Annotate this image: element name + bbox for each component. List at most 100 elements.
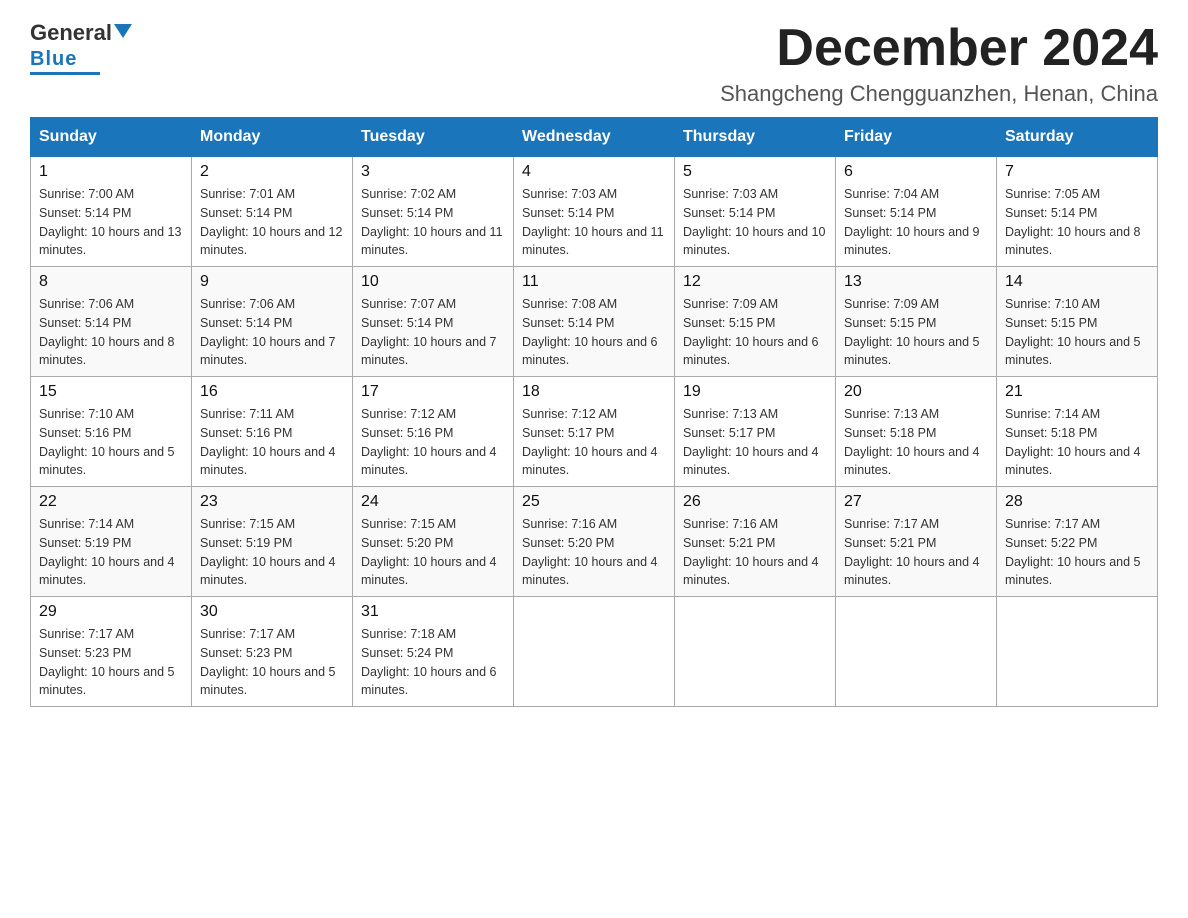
- day-number: 19: [683, 383, 827, 401]
- day-info: Sunrise: 7:12 AMSunset: 5:17 PMDaylight:…: [522, 405, 666, 480]
- calendar-day-cell: 24 Sunrise: 7:15 AMSunset: 5:20 PMDaylig…: [353, 487, 514, 597]
- day-number: 2: [200, 163, 344, 181]
- day-number: 31: [361, 603, 505, 621]
- day-info: Sunrise: 7:09 AMSunset: 5:15 PMDaylight:…: [844, 295, 988, 370]
- day-number: 7: [1005, 163, 1149, 181]
- day-number: 22: [39, 493, 183, 511]
- day-info: Sunrise: 7:18 AMSunset: 5:24 PMDaylight:…: [361, 625, 505, 700]
- calendar-day-cell: 13 Sunrise: 7:09 AMSunset: 5:15 PMDaylig…: [836, 267, 997, 377]
- page-header: General Blue December 2024 Shangcheng Ch…: [30, 20, 1158, 107]
- calendar-week-row: 8 Sunrise: 7:06 AMSunset: 5:14 PMDayligh…: [31, 267, 1158, 377]
- col-header-sunday: Sunday: [31, 118, 192, 157]
- day-number: 24: [361, 493, 505, 511]
- day-info: Sunrise: 7:15 AMSunset: 5:19 PMDaylight:…: [200, 515, 344, 590]
- calendar-week-row: 29 Sunrise: 7:17 AMSunset: 5:23 PMDaylig…: [31, 597, 1158, 707]
- calendar-empty-cell: [514, 597, 675, 707]
- day-info: Sunrise: 7:07 AMSunset: 5:14 PMDaylight:…: [361, 295, 505, 370]
- day-info: Sunrise: 7:08 AMSunset: 5:14 PMDaylight:…: [522, 295, 666, 370]
- day-number: 15: [39, 383, 183, 401]
- logo-underline: [30, 72, 100, 75]
- calendar-table: SundayMondayTuesdayWednesdayThursdayFrid…: [30, 117, 1158, 707]
- day-number: 28: [1005, 493, 1149, 511]
- calendar-day-cell: 23 Sunrise: 7:15 AMSunset: 5:19 PMDaylig…: [192, 487, 353, 597]
- col-header-thursday: Thursday: [675, 118, 836, 157]
- day-info: Sunrise: 7:17 AMSunset: 5:23 PMDaylight:…: [200, 625, 344, 700]
- calendar-day-cell: 27 Sunrise: 7:17 AMSunset: 5:21 PMDaylig…: [836, 487, 997, 597]
- calendar-day-cell: 29 Sunrise: 7:17 AMSunset: 5:23 PMDaylig…: [31, 597, 192, 707]
- logo-triangle-icon: [114, 24, 132, 38]
- day-number: 27: [844, 493, 988, 511]
- day-info: Sunrise: 7:03 AMSunset: 5:14 PMDaylight:…: [683, 185, 827, 260]
- calendar-day-cell: 22 Sunrise: 7:14 AMSunset: 5:19 PMDaylig…: [31, 487, 192, 597]
- day-info: Sunrise: 7:17 AMSunset: 5:23 PMDaylight:…: [39, 625, 183, 700]
- day-number: 18: [522, 383, 666, 401]
- day-info: Sunrise: 7:10 AMSunset: 5:15 PMDaylight:…: [1005, 295, 1149, 370]
- day-info: Sunrise: 7:01 AMSunset: 5:14 PMDaylight:…: [200, 185, 344, 260]
- col-header-saturday: Saturday: [997, 118, 1158, 157]
- day-number: 14: [1005, 273, 1149, 291]
- day-info: Sunrise: 7:10 AMSunset: 5:16 PMDaylight:…: [39, 405, 183, 480]
- day-info: Sunrise: 7:00 AMSunset: 5:14 PMDaylight:…: [39, 185, 183, 260]
- day-number: 12: [683, 273, 827, 291]
- calendar-day-cell: 14 Sunrise: 7:10 AMSunset: 5:15 PMDaylig…: [997, 267, 1158, 377]
- day-number: 8: [39, 273, 183, 291]
- day-info: Sunrise: 7:06 AMSunset: 5:14 PMDaylight:…: [39, 295, 183, 370]
- calendar-day-cell: 20 Sunrise: 7:13 AMSunset: 5:18 PMDaylig…: [836, 377, 997, 487]
- day-number: 1: [39, 163, 183, 181]
- day-number: 20: [844, 383, 988, 401]
- day-info: Sunrise: 7:15 AMSunset: 5:20 PMDaylight:…: [361, 515, 505, 590]
- day-info: Sunrise: 7:11 AMSunset: 5:16 PMDaylight:…: [200, 405, 344, 480]
- day-info: Sunrise: 7:05 AMSunset: 5:14 PMDaylight:…: [1005, 185, 1149, 260]
- calendar-week-row: 1 Sunrise: 7:00 AMSunset: 5:14 PMDayligh…: [31, 157, 1158, 267]
- day-number: 9: [200, 273, 344, 291]
- logo: General Blue: [30, 20, 132, 75]
- calendar-day-cell: 10 Sunrise: 7:07 AMSunset: 5:14 PMDaylig…: [353, 267, 514, 377]
- col-header-friday: Friday: [836, 118, 997, 157]
- logo-general-text: General: [30, 20, 112, 46]
- location-subtitle: Shangcheng Chengguanzhen, Henan, China: [720, 81, 1158, 107]
- day-number: 25: [522, 493, 666, 511]
- calendar-day-cell: 30 Sunrise: 7:17 AMSunset: 5:23 PMDaylig…: [192, 597, 353, 707]
- calendar-day-cell: 31 Sunrise: 7:18 AMSunset: 5:24 PMDaylig…: [353, 597, 514, 707]
- day-info: Sunrise: 7:13 AMSunset: 5:17 PMDaylight:…: [683, 405, 827, 480]
- calendar-day-cell: 11 Sunrise: 7:08 AMSunset: 5:14 PMDaylig…: [514, 267, 675, 377]
- day-info: Sunrise: 7:14 AMSunset: 5:18 PMDaylight:…: [1005, 405, 1149, 480]
- calendar-day-cell: 16 Sunrise: 7:11 AMSunset: 5:16 PMDaylig…: [192, 377, 353, 487]
- day-info: Sunrise: 7:17 AMSunset: 5:22 PMDaylight:…: [1005, 515, 1149, 590]
- calendar-empty-cell: [675, 597, 836, 707]
- calendar-day-cell: 19 Sunrise: 7:13 AMSunset: 5:17 PMDaylig…: [675, 377, 836, 487]
- day-number: 13: [844, 273, 988, 291]
- day-info: Sunrise: 7:16 AMSunset: 5:21 PMDaylight:…: [683, 515, 827, 590]
- day-number: 21: [1005, 383, 1149, 401]
- calendar-day-cell: 25 Sunrise: 7:16 AMSunset: 5:20 PMDaylig…: [514, 487, 675, 597]
- day-info: Sunrise: 7:12 AMSunset: 5:16 PMDaylight:…: [361, 405, 505, 480]
- calendar-day-cell: 28 Sunrise: 7:17 AMSunset: 5:22 PMDaylig…: [997, 487, 1158, 597]
- calendar-day-cell: 7 Sunrise: 7:05 AMSunset: 5:14 PMDayligh…: [997, 157, 1158, 267]
- calendar-day-cell: 1 Sunrise: 7:00 AMSunset: 5:14 PMDayligh…: [31, 157, 192, 267]
- day-number: 23: [200, 493, 344, 511]
- day-info: Sunrise: 7:03 AMSunset: 5:14 PMDaylight:…: [522, 185, 666, 260]
- day-number: 5: [683, 163, 827, 181]
- calendar-day-cell: 17 Sunrise: 7:12 AMSunset: 5:16 PMDaylig…: [353, 377, 514, 487]
- day-info: Sunrise: 7:06 AMSunset: 5:14 PMDaylight:…: [200, 295, 344, 370]
- calendar-day-cell: 21 Sunrise: 7:14 AMSunset: 5:18 PMDaylig…: [997, 377, 1158, 487]
- calendar-day-cell: 15 Sunrise: 7:10 AMSunset: 5:16 PMDaylig…: [31, 377, 192, 487]
- day-number: 6: [844, 163, 988, 181]
- calendar-empty-cell: [997, 597, 1158, 707]
- calendar-day-cell: 12 Sunrise: 7:09 AMSunset: 5:15 PMDaylig…: [675, 267, 836, 377]
- calendar-day-cell: 4 Sunrise: 7:03 AMSunset: 5:14 PMDayligh…: [514, 157, 675, 267]
- day-info: Sunrise: 7:04 AMSunset: 5:14 PMDaylight:…: [844, 185, 988, 260]
- calendar-day-cell: 9 Sunrise: 7:06 AMSunset: 5:14 PMDayligh…: [192, 267, 353, 377]
- day-number: 3: [361, 163, 505, 181]
- calendar-day-cell: 6 Sunrise: 7:04 AMSunset: 5:14 PMDayligh…: [836, 157, 997, 267]
- month-title: December 2024: [720, 20, 1158, 77]
- calendar-header-row: SundayMondayTuesdayWednesdayThursdayFrid…: [31, 118, 1158, 157]
- day-info: Sunrise: 7:16 AMSunset: 5:20 PMDaylight:…: [522, 515, 666, 590]
- calendar-day-cell: 8 Sunrise: 7:06 AMSunset: 5:14 PMDayligh…: [31, 267, 192, 377]
- day-info: Sunrise: 7:02 AMSunset: 5:14 PMDaylight:…: [361, 185, 505, 260]
- calendar-empty-cell: [836, 597, 997, 707]
- day-number: 16: [200, 383, 344, 401]
- day-info: Sunrise: 7:13 AMSunset: 5:18 PMDaylight:…: [844, 405, 988, 480]
- logo-blue-text: Blue: [30, 48, 77, 71]
- calendar-day-cell: 3 Sunrise: 7:02 AMSunset: 5:14 PMDayligh…: [353, 157, 514, 267]
